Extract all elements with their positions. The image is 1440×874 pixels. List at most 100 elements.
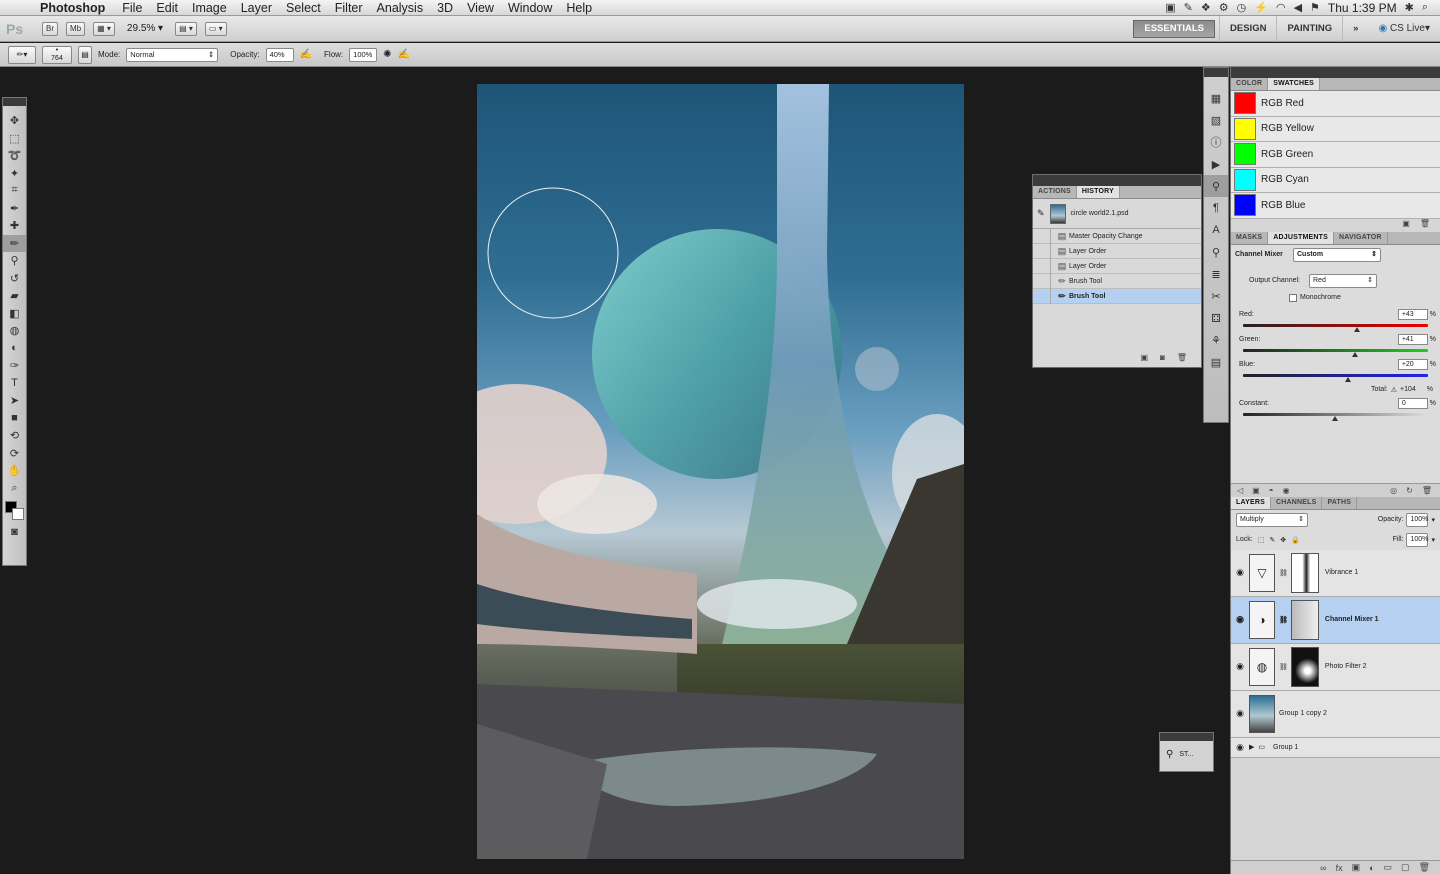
quick-selection-tool-icon[interactable]: ✦: [3, 165, 26, 183]
layer-link-icon[interactable]: ⛓: [1279, 569, 1288, 577]
snapshot-icon[interactable]: ◙: [1160, 353, 1165, 367]
menu-3d[interactable]: 3D: [430, 0, 460, 16]
dropbox-icon[interactable]: ❖: [1201, 1, 1211, 14]
cs-live-button[interactable]: ◉ CS Live▾: [1368, 23, 1440, 34]
fill-field[interactable]: 100%: [1406, 532, 1429, 547]
reset-icon[interactable]: ↻: [1406, 486, 1413, 495]
paragraph-icon[interactable]: ¶: [1204, 197, 1228, 219]
layer-comps-icon[interactable]: ▤: [1204, 351, 1228, 373]
lock-transparent-icon[interactable]: ⬚: [1258, 536, 1265, 544]
fx-icon[interactable]: fx: [1336, 863, 1343, 873]
menu-select[interactable]: Select: [279, 0, 328, 16]
history-snapshot[interactable]: ✎ circle world2.1.psd: [1033, 199, 1201, 229]
bolt-icon[interactable]: ⚡: [1254, 1, 1268, 14]
tab-masks[interactable]: MASKS: [1231, 231, 1269, 244]
lock-pixels-icon[interactable]: ✎: [1269, 536, 1275, 544]
constant-slider[interactable]: [1243, 412, 1428, 421]
menu-view[interactable]: View: [460, 0, 501, 16]
time-machine-icon[interactable]: ◷: [1237, 1, 1247, 14]
brush-preset-picker[interactable]: • 764: [42, 45, 72, 64]
3d-orbit-tool-icon[interactable]: ⟳: [3, 445, 26, 463]
visibility-eye-icon[interactable]: ◉: [1231, 742, 1249, 753]
hand-tool-icon[interactable]: ✋: [3, 462, 26, 480]
add-mask-icon[interactable]: ▣: [1352, 862, 1361, 873]
clock[interactable]: Thu 1:39 PM: [1328, 1, 1397, 15]
workspace-essentials[interactable]: ESSENTIALS: [1133, 19, 1216, 38]
new-swatch-icon[interactable]: ▣: [1402, 219, 1410, 232]
wrench-icon[interactable]: ✎: [1184, 1, 1193, 14]
character-icon[interactable]: A: [1204, 219, 1228, 241]
mask-icon[interactable]: ◓: [1269, 486, 1274, 495]
layer-link-icon[interactable]: ⛓: [1279, 663, 1288, 671]
flow-field[interactable]: 100%: [349, 47, 378, 62]
right-panels-header[interactable]: [1231, 67, 1440, 78]
disclosure-triangle-icon[interactable]: ▶: [1249, 743, 1254, 751]
clone-source-icon[interactable]: ⚲: [1204, 241, 1228, 263]
trash-icon[interactable]: 🗑: [1177, 353, 1187, 367]
gear-icon[interactable]: ⚙: [1219, 1, 1229, 14]
blur-tool-icon[interactable]: ◍: [3, 322, 26, 340]
tab-paths[interactable]: PATHS: [1322, 496, 1358, 509]
new-group-icon[interactable]: ▭: [1384, 862, 1393, 873]
background-color-swatch[interactable]: [12, 508, 24, 520]
delete-layer-icon[interactable]: 🗑: [1419, 862, 1430, 873]
flag-icon[interactable]: ⚑: [1310, 1, 1320, 14]
layer-mask-thumbnail[interactable]: [1290, 646, 1319, 687]
layer-group-row[interactable]: ◉ ▶ ▭ Group 1: [1231, 738, 1440, 758]
tab-actions[interactable]: ACTIONS: [1033, 186, 1077, 198]
history-item-current[interactable]: ✏ Brush Tool: [1033, 288, 1201, 304]
airbrush-icon[interactable]: ✺: [383, 49, 391, 60]
back-icon[interactable]: ◁: [1237, 486, 1243, 495]
crop-tool-icon[interactable]: ⌗: [3, 182, 26, 200]
tab-navigator[interactable]: NAVIGATOR: [1334, 231, 1388, 244]
tab-channels[interactable]: CHANNELS: [1271, 496, 1323, 509]
swatch-item[interactable]: RGB Cyan: [1231, 168, 1440, 193]
monochrome-checkbox[interactable]: [1289, 293, 1297, 302]
visibility-eye-icon[interactable]: ◉: [1231, 708, 1249, 719]
menu-image[interactable]: Image: [185, 0, 234, 16]
menu-edit[interactable]: Edit: [149, 0, 185, 16]
eye-toggle-icon[interactable]: ◉: [1283, 486, 1290, 495]
arrange-documents-button[interactable]: ▤ ▾: [175, 21, 197, 36]
blue-slider-knob[interactable]: [1344, 376, 1351, 382]
green-slider-knob[interactable]: [1352, 351, 1359, 357]
shape-tool-icon[interactable]: ■: [3, 410, 26, 428]
history-item[interactable]: ✏ Brush Tool: [1033, 273, 1201, 289]
preset-select[interactable]: Custom ⇕: [1293, 247, 1381, 262]
mini-bridge-button[interactable]: Mb: [66, 21, 86, 36]
workspace-design[interactable]: DESIGN: [1219, 15, 1276, 42]
new-adjustment-icon[interactable]: ◐: [1369, 863, 1374, 873]
3d-rotate-tool-icon[interactable]: ⟲: [3, 427, 26, 445]
swatch-item[interactable]: RGB Yellow: [1231, 117, 1440, 142]
link-layers-icon[interactable]: ∞: [1320, 863, 1326, 873]
tab-history[interactable]: HISTORY: [1076, 186, 1121, 198]
actions-icon[interactable]: ▶: [1204, 153, 1228, 175]
clone-stamp-tool-icon[interactable]: ⚲: [3, 252, 26, 270]
menu-app[interactable]: Photoshop: [40, 0, 115, 16]
delete-adjustment-icon[interactable]: 🗑: [1422, 486, 1432, 495]
layer-mask-thumbnail[interactable]: [1290, 599, 1319, 640]
swatch-item[interactable]: RGB Green: [1231, 142, 1440, 168]
type-tool-icon[interactable]: T: [3, 375, 26, 393]
spotlight-icon[interactable]: ⌕: [1422, 1, 1428, 14]
layer-row[interactable]: ◉ ▽ ⛓ Vibrance 1: [1231, 550, 1440, 597]
tools-panel-header[interactable]: [3, 98, 26, 106]
opacity-field[interactable]: 40%: [265, 47, 294, 62]
constant-slider-knob[interactable]: [1331, 415, 1338, 421]
blue-value-field[interactable]: +20: [1397, 359, 1428, 370]
red-value-field[interactable]: +43: [1397, 309, 1428, 320]
navigator-icon[interactable]: ▧: [1204, 109, 1228, 131]
eyedropper-tool-icon[interactable]: ✒: [3, 200, 26, 218]
history-brush-tool-icon[interactable]: ↺: [3, 270, 26, 288]
green-value-field[interactable]: +41: [1397, 334, 1428, 345]
clip-icon[interactable]: ▣: [1252, 486, 1260, 495]
tool-preset-picker[interactable]: ✏ ▾: [8, 45, 36, 64]
mini-panel-header[interactable]: [1160, 733, 1213, 741]
brush-panel-toggle-icon[interactable]: ▤: [78, 45, 92, 64]
tab-adjustments[interactable]: ADJUSTMENTS: [1268, 231, 1334, 244]
history-item[interactable]: ▤ Layer Order: [1033, 243, 1201, 259]
lock-position-icon[interactable]: ✥: [1280, 536, 1286, 544]
mini-panel-item[interactable]: ⚲ ST...: [1160, 741, 1213, 768]
workspace-painting[interactable]: PAINTING: [1276, 15, 1342, 42]
tab-color[interactable]: COLOR: [1231, 78, 1269, 90]
